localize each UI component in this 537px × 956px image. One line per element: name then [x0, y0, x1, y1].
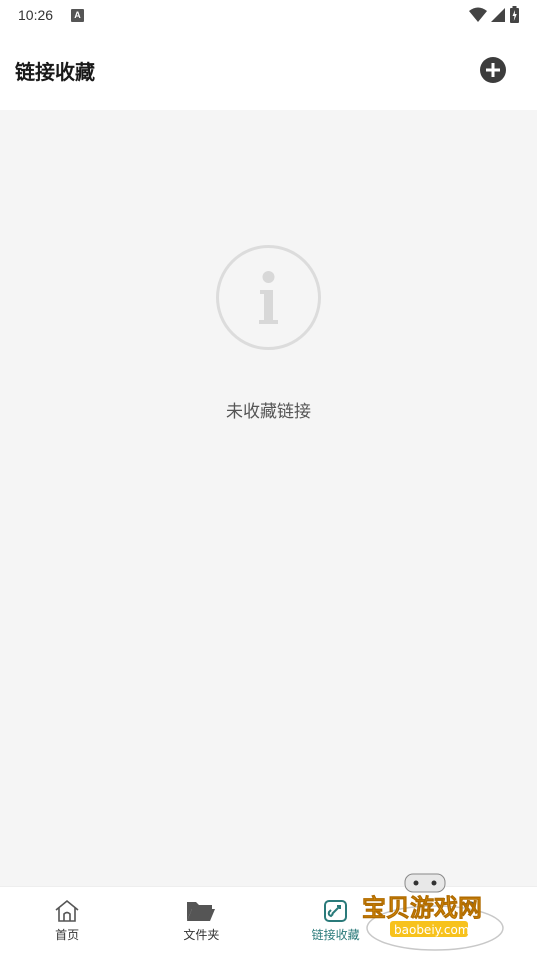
folder-icon	[187, 902, 216, 921]
nav-item-home[interactable]: 首页	[0, 887, 134, 956]
home-icon	[55, 899, 79, 922]
wifi-icon	[469, 7, 487, 22]
signal-icon	[491, 7, 505, 22]
nav-label-folder: 文件夹	[183, 928, 220, 942]
nav-item-profile[interactable]: 我的	[403, 887, 537, 956]
status-icons	[469, 6, 519, 23]
nav-label-profile: 我的	[457, 928, 482, 942]
empty-state-message: 未收藏链接	[226, 402, 311, 422]
bottom-nav: 首页 文件夹 链接收藏 我的	[0, 886, 537, 956]
nav-item-links[interactable]: 链接收藏	[269, 887, 403, 956]
link-edit-icon	[323, 900, 347, 922]
battery-icon	[510, 6, 519, 23]
nav-item-folder[interactable]: 文件夹	[134, 887, 268, 956]
content-area: 未收藏链接	[0, 110, 537, 886]
nav-label-home: 首页	[55, 928, 80, 942]
nav-label-links: 链接收藏	[311, 928, 360, 942]
info-icon	[216, 245, 321, 350]
plus-circle-icon	[486, 63, 500, 77]
app-bar: 链接收藏	[0, 30, 537, 110]
page-title: 链接收藏	[15, 60, 95, 84]
add-link-button[interactable]	[480, 57, 506, 83]
profile-icon	[460, 901, 480, 922]
notification-a-icon: A	[71, 8, 85, 22]
status-bar: 10:26 A	[0, 0, 537, 30]
status-time: 10:26	[18, 7, 54, 23]
